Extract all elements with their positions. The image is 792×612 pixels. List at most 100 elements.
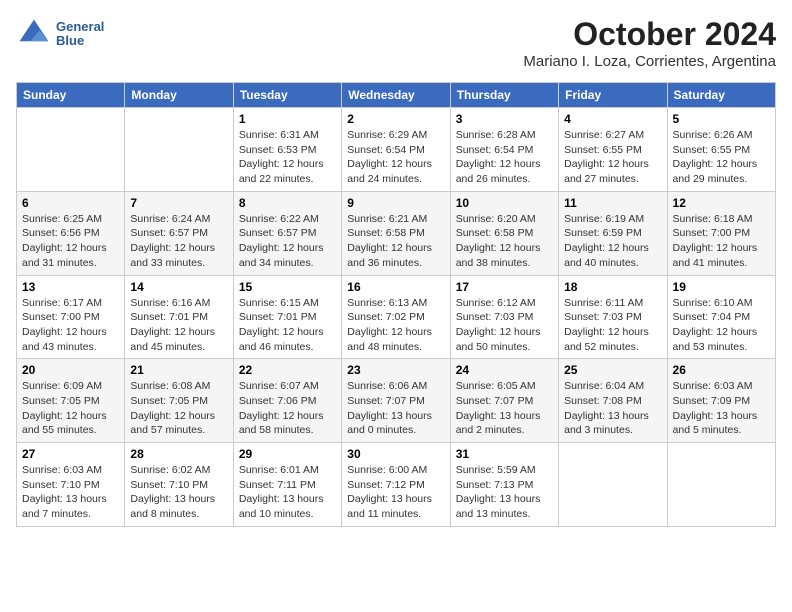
- page-header: General Blue October 2024 Mariano I. Loz…: [16, 16, 776, 70]
- logo-text: General Blue: [56, 20, 104, 49]
- day-number: 5: [673, 112, 770, 126]
- day-number: 29: [239, 447, 336, 461]
- calendar-cell: 11 Sunrise: 6:19 AM Sunset: 6:59 PM Dayli…: [559, 191, 667, 275]
- calendar-cell: 26 Sunrise: 6:03 AM Sunset: 7:09 PM Dayli…: [667, 359, 775, 443]
- day-info: Sunrise: 6:11 AM Sunset: 7:03 PM Dayligh…: [564, 296, 661, 355]
- calendar-cell: 17Sunrise: 6:12 AM Sunset: 7:03 PM Dayli…: [450, 275, 558, 359]
- day-number: 1: [239, 112, 336, 126]
- day-info: Sunrise: 6:10 AM Sunset: 7:04 PM Dayligh…: [673, 296, 770, 355]
- weekday-header-row: SundayMondayTuesdayWednesdayThursdayFrid…: [17, 83, 776, 108]
- calendar-cell: 18 Sunrise: 6:11 AM Sunset: 7:03 PM Dayli…: [559, 275, 667, 359]
- calendar-cell: 5 Sunrise: 6:26 AM Sunset: 6:55 PM Daylig…: [667, 108, 775, 192]
- weekday-header-saturday: Saturday: [667, 83, 775, 108]
- weekday-header-thursday: Thursday: [450, 83, 558, 108]
- day-info: Sunrise: 6:17 AM Sunset: 7:00 PM Dayligh…: [22, 296, 119, 355]
- day-info: Sunrise: 6:26 AM Sunset: 6:55 PM Dayligh…: [673, 128, 770, 187]
- calendar-cell: 24 Sunrise: 6:05 AM Sunset: 7:07 PM Dayli…: [450, 359, 558, 443]
- day-number: 24: [456, 363, 553, 377]
- calendar-cell: 4 Sunrise: 6:27 AM Sunset: 6:55 PM Daylig…: [559, 108, 667, 192]
- day-info: Sunrise: 6:15 AM Sunset: 7:01 PM Dayligh…: [239, 296, 336, 355]
- logo-icon: [16, 16, 52, 52]
- calendar-cell: 15 Sunrise: 6:15 AM Sunset: 7:01 PM Dayli…: [233, 275, 341, 359]
- day-number: 23: [347, 363, 444, 377]
- day-info: Sunrise: 6:21 AM Sunset: 6:58 PM Dayligh…: [347, 212, 444, 271]
- day-number: 31: [456, 447, 553, 461]
- day-number: 22: [239, 363, 336, 377]
- calendar-cell: 29 Sunrise: 6:01 AM Sunset: 7:11 PM Dayli…: [233, 443, 341, 527]
- day-info: Sunrise: 6:29 AM Sunset: 6:54 PM Dayligh…: [347, 128, 444, 187]
- calendar-table: SundayMondayTuesdayWednesdayThursdayFrid…: [16, 82, 776, 527]
- weekday-header-tuesday: Tuesday: [233, 83, 341, 108]
- day-info: Sunrise: 6:25 AM Sunset: 6:56 PM Dayligh…: [22, 212, 119, 271]
- weekday-header-monday: Monday: [125, 83, 233, 108]
- day-number: 15: [239, 280, 336, 294]
- calendar-cell: 13 Sunrise: 6:17 AM Sunset: 7:00 PM Dayli…: [17, 275, 125, 359]
- day-info: Sunrise: 6:09 AM Sunset: 7:05 PM Dayligh…: [22, 379, 119, 438]
- day-number: 7: [130, 196, 227, 210]
- weekday-header-wednesday: Wednesday: [342, 83, 450, 108]
- calendar-week-row: 27Sunrise: 6:03 AM Sunset: 7:10 PM Dayli…: [17, 443, 776, 527]
- title-block: October 2024 Mariano I. Loza, Corrientes…: [523, 16, 776, 70]
- calendar-cell: 27Sunrise: 6:03 AM Sunset: 7:10 PM Dayli…: [17, 443, 125, 527]
- calendar-week-row: 20 Sunrise: 6:09 AM Sunset: 7:05 PM Dayli…: [17, 359, 776, 443]
- day-info: Sunrise: 6:08 AM Sunset: 7:05 PM Dayligh…: [130, 379, 227, 438]
- calendar-cell: [125, 108, 233, 192]
- calendar-cell: 2 Sunrise: 6:29 AM Sunset: 6:54 PM Daylig…: [342, 108, 450, 192]
- calendar-cell: 28 Sunrise: 6:02 AM Sunset: 7:10 PM Dayli…: [125, 443, 233, 527]
- day-number: 13: [22, 280, 119, 294]
- calendar-cell: 3 Sunrise: 6:28 AM Sunset: 6:54 PM Daylig…: [450, 108, 558, 192]
- calendar-subtitle: Mariano I. Loza, Corrientes, Argentina: [523, 53, 776, 70]
- day-info: Sunrise: 6:04 AM Sunset: 7:08 PM Dayligh…: [564, 379, 661, 438]
- day-number: 9: [347, 196, 444, 210]
- day-number: 18: [564, 280, 661, 294]
- day-info: Sunrise: 6:20 AM Sunset: 6:58 PM Dayligh…: [456, 212, 553, 271]
- day-number: 3: [456, 112, 553, 126]
- day-info: Sunrise: 6:03 AM Sunset: 7:09 PM Dayligh…: [673, 379, 770, 438]
- day-number: 2: [347, 112, 444, 126]
- day-info: Sunrise: 6:16 AM Sunset: 7:01 PM Dayligh…: [130, 296, 227, 355]
- day-info: Sunrise: 6:07 AM Sunset: 7:06 PM Dayligh…: [239, 379, 336, 438]
- calendar-cell: 14Sunrise: 6:16 AM Sunset: 7:01 PM Dayli…: [125, 275, 233, 359]
- day-info: Sunrise: 6:28 AM Sunset: 6:54 PM Dayligh…: [456, 128, 553, 187]
- calendar-cell: [17, 108, 125, 192]
- calendar-cell: 23 Sunrise: 6:06 AM Sunset: 7:07 PM Dayli…: [342, 359, 450, 443]
- day-info: Sunrise: 6:12 AM Sunset: 7:03 PM Dayligh…: [456, 296, 553, 355]
- day-info: Sunrise: 6:19 AM Sunset: 6:59 PM Dayligh…: [564, 212, 661, 271]
- calendar-cell: 12Sunrise: 6:18 AM Sunset: 7:00 PM Dayli…: [667, 191, 775, 275]
- weekday-header-friday: Friday: [559, 83, 667, 108]
- day-number: 26: [673, 363, 770, 377]
- calendar-week-row: 6Sunrise: 6:25 AM Sunset: 6:56 PM Daylig…: [17, 191, 776, 275]
- logo: General Blue: [16, 16, 104, 52]
- day-number: 4: [564, 112, 661, 126]
- day-info: Sunrise: 6:02 AM Sunset: 7:10 PM Dayligh…: [130, 463, 227, 522]
- calendar-week-row: 13 Sunrise: 6:17 AM Sunset: 7:00 PM Dayli…: [17, 275, 776, 359]
- calendar-cell: 19Sunrise: 6:10 AM Sunset: 7:04 PM Dayli…: [667, 275, 775, 359]
- day-info: Sunrise: 6:05 AM Sunset: 7:07 PM Dayligh…: [456, 379, 553, 438]
- day-info: Sunrise: 6:27 AM Sunset: 6:55 PM Dayligh…: [564, 128, 661, 187]
- day-info: Sunrise: 6:24 AM Sunset: 6:57 PM Dayligh…: [130, 212, 227, 271]
- day-info: Sunrise: 6:01 AM Sunset: 7:11 PM Dayligh…: [239, 463, 336, 522]
- day-number: 28: [130, 447, 227, 461]
- day-number: 10: [456, 196, 553, 210]
- day-info: Sunrise: 5:59 AM Sunset: 7:13 PM Dayligh…: [456, 463, 553, 522]
- day-number: 12: [673, 196, 770, 210]
- calendar-cell: 7 Sunrise: 6:24 AM Sunset: 6:57 PM Daylig…: [125, 191, 233, 275]
- calendar-cell: 1Sunrise: 6:31 AM Sunset: 6:53 PM Daylig…: [233, 108, 341, 192]
- day-number: 30: [347, 447, 444, 461]
- day-info: Sunrise: 6:06 AM Sunset: 7:07 PM Dayligh…: [347, 379, 444, 438]
- day-number: 8: [239, 196, 336, 210]
- calendar-cell: [559, 443, 667, 527]
- calendar-cell: 10 Sunrise: 6:20 AM Sunset: 6:58 PM Dayli…: [450, 191, 558, 275]
- day-number: 27: [22, 447, 119, 461]
- day-number: 21: [130, 363, 227, 377]
- logo-line1: General: [56, 20, 104, 34]
- calendar-week-row: 1Sunrise: 6:31 AM Sunset: 6:53 PM Daylig…: [17, 108, 776, 192]
- calendar-cell: 25 Sunrise: 6:04 AM Sunset: 7:08 PM Dayli…: [559, 359, 667, 443]
- calendar-cell: 8Sunrise: 6:22 AM Sunset: 6:57 PM Daylig…: [233, 191, 341, 275]
- day-number: 11: [564, 196, 661, 210]
- logo-line2: Blue: [56, 34, 104, 48]
- day-number: 20: [22, 363, 119, 377]
- day-number: 25: [564, 363, 661, 377]
- calendar-cell: 21 Sunrise: 6:08 AM Sunset: 7:05 PM Dayli…: [125, 359, 233, 443]
- calendar-cell: 6Sunrise: 6:25 AM Sunset: 6:56 PM Daylig…: [17, 191, 125, 275]
